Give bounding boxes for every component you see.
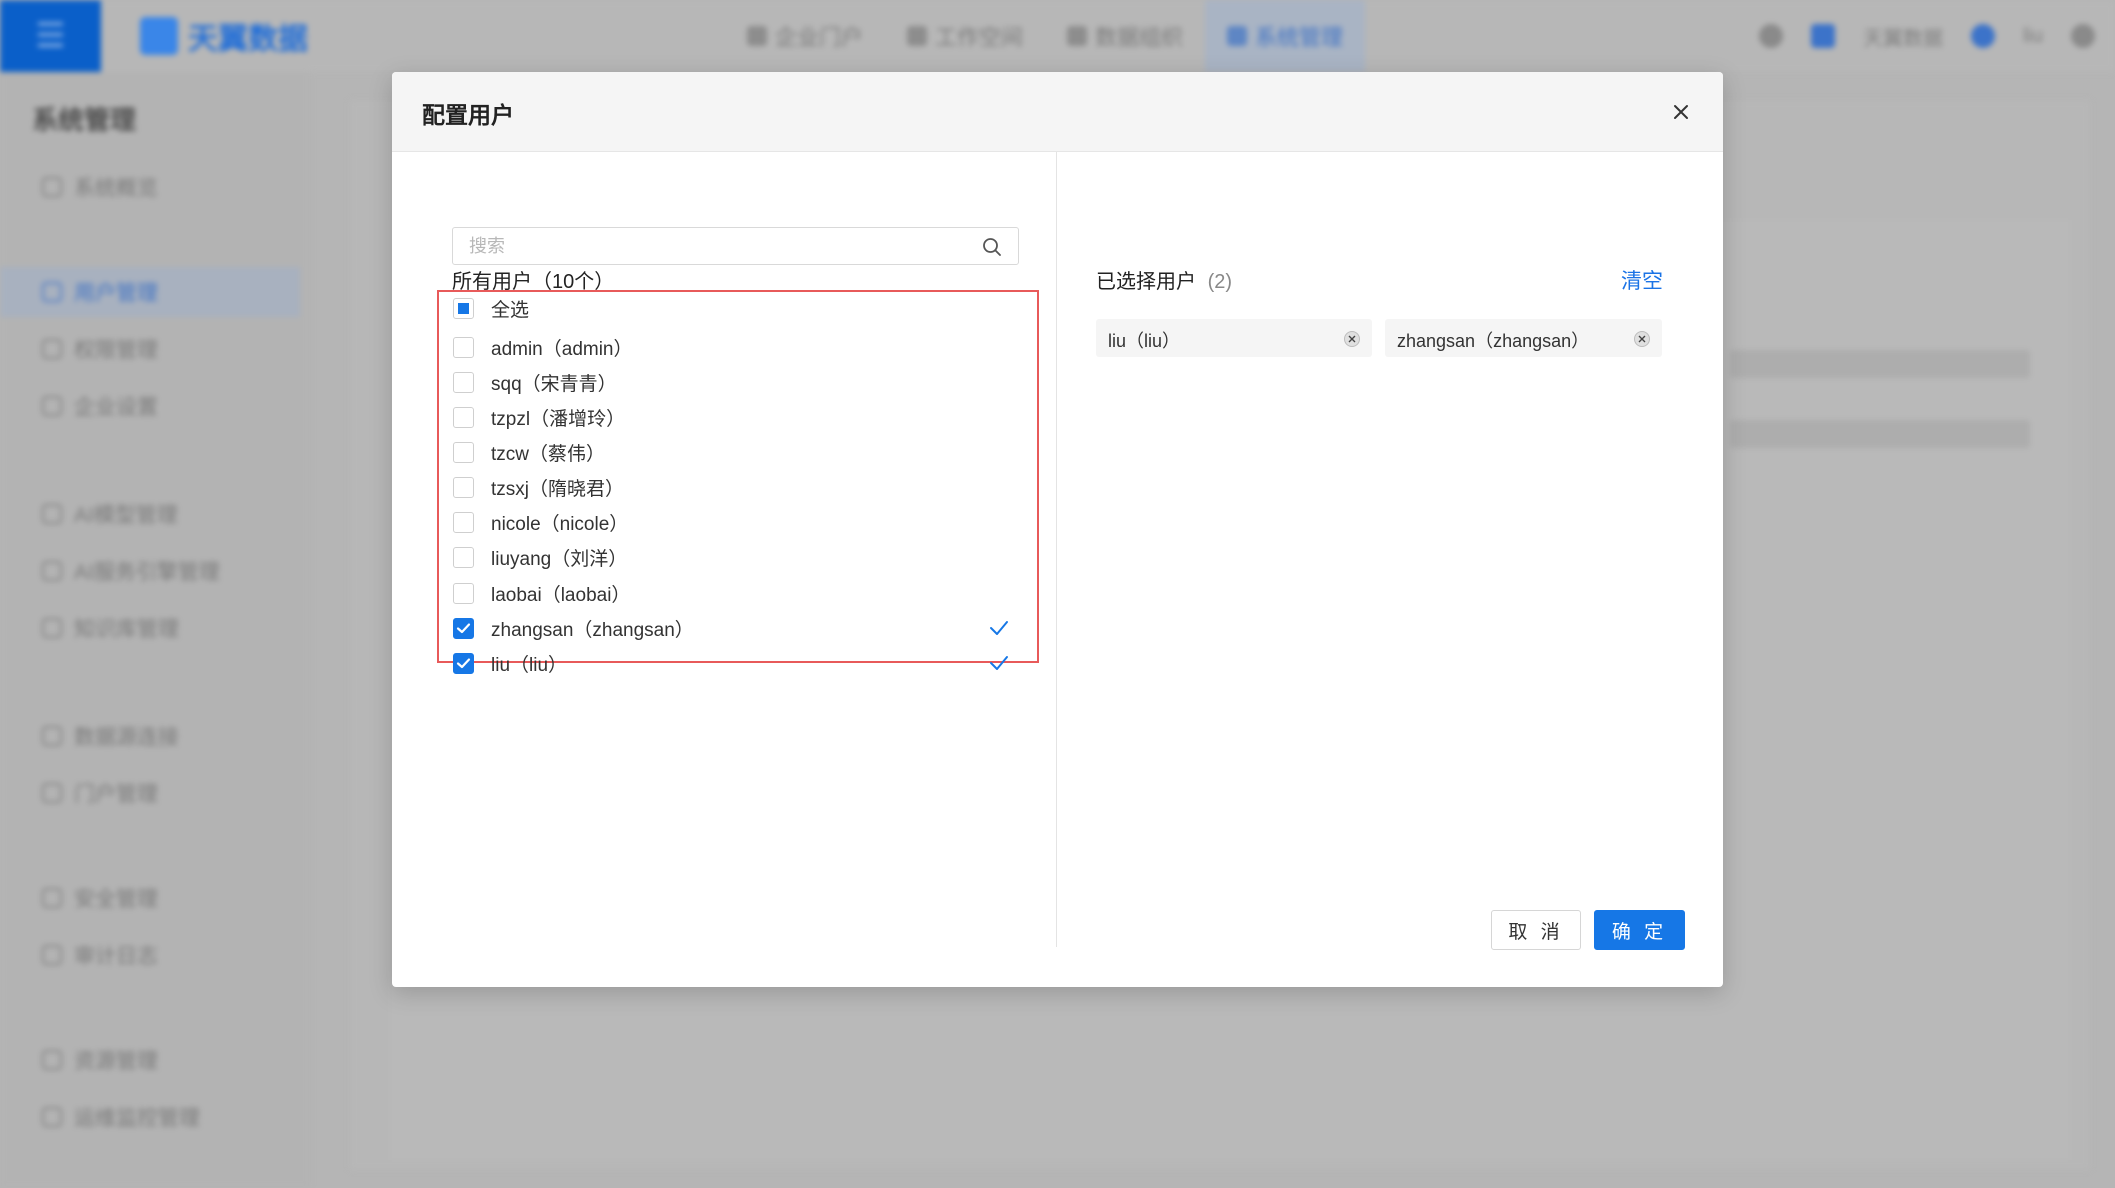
select-all-checkbox[interactable] bbox=[453, 298, 474, 319]
close-button[interactable] bbox=[1667, 98, 1695, 126]
ok-button[interactable]: 确 定 bbox=[1594, 910, 1685, 950]
list-item[interactable]: admin（admin） bbox=[439, 329, 1037, 364]
search-input[interactable] bbox=[453, 228, 973, 264]
selected-count: (2) bbox=[1207, 271, 1233, 293]
user-checkbox[interactable] bbox=[453, 583, 474, 604]
user-checkbox[interactable] bbox=[453, 512, 474, 533]
user-label: tzpzl（潘增玲） bbox=[491, 409, 626, 430]
list-item[interactable]: tzpzl（潘增玲） bbox=[439, 399, 1037, 434]
user-label: tzcw（蔡伟） bbox=[491, 444, 606, 465]
user-checkbox[interactable] bbox=[453, 547, 474, 568]
close-icon bbox=[1674, 105, 1688, 119]
checkmark-icon bbox=[456, 623, 471, 634]
user-list: 全选 admin（admin） sqq（宋青青） tzpzl（潘增玲） tzcw… bbox=[437, 290, 1039, 676]
user-label: zhangsan（zhangsan） bbox=[491, 620, 694, 641]
list-item[interactable]: liu（liu） bbox=[439, 645, 1037, 680]
user-checkbox[interactable] bbox=[453, 372, 474, 393]
user-label: tzsxj（隋晓君） bbox=[491, 479, 625, 500]
user-checkbox[interactable] bbox=[453, 407, 474, 428]
user-label: liuyang（刘洋） bbox=[491, 549, 628, 570]
dialog-header: 配置用户 bbox=[392, 72, 1723, 152]
clear-button[interactable]: 清空 bbox=[1621, 265, 1663, 295]
user-checkbox[interactable] bbox=[453, 442, 474, 463]
selected-users-title-text: 已选择用户 bbox=[1096, 271, 1196, 293]
selected-user-tag: zhangsan（zhangsan） bbox=[1385, 319, 1662, 357]
list-item[interactable]: tzsxj（隋晓君） bbox=[439, 469, 1037, 504]
selected-check-icon bbox=[990, 621, 1008, 635]
close-icon bbox=[1638, 335, 1646, 343]
dialog-title: 配置用户 bbox=[422, 102, 514, 128]
list-item[interactable]: sqq（宋青青） bbox=[439, 364, 1037, 399]
user-label: nicole（nicole） bbox=[491, 514, 629, 535]
selected-check-icon bbox=[990, 656, 1008, 670]
list-item[interactable]: laobai（laobai） bbox=[439, 575, 1037, 610]
tag-label: liu（liu） bbox=[1108, 331, 1181, 351]
user-label: liu（liu） bbox=[491, 655, 568, 676]
list-item[interactable]: zhangsan（zhangsan） bbox=[439, 610, 1037, 645]
configure-users-dialog: 配置用户 所有用户（10个） 全选 admin（admin） sqq（宋青青） bbox=[392, 72, 1723, 987]
list-item[interactable]: nicole（nicole） bbox=[439, 504, 1037, 539]
tag-label: zhangsan（zhangsan） bbox=[1397, 331, 1590, 351]
search-icon[interactable] bbox=[982, 237, 1002, 257]
list-item[interactable]: tzcw（蔡伟） bbox=[439, 434, 1037, 469]
search-box bbox=[452, 227, 1019, 265]
cancel-button[interactable]: 取 消 bbox=[1491, 910, 1581, 950]
select-all-row[interactable]: 全选 bbox=[439, 290, 1037, 325]
remove-tag-button[interactable] bbox=[1634, 331, 1650, 347]
user-checkbox[interactable] bbox=[453, 477, 474, 498]
checkmark-icon bbox=[456, 658, 471, 669]
user-label: sqq（宋青青） bbox=[491, 374, 617, 395]
user-label: laobai（laobai） bbox=[491, 585, 631, 606]
user-checkbox[interactable] bbox=[453, 618, 474, 639]
user-checkbox[interactable] bbox=[453, 337, 474, 358]
list-item[interactable]: liuyang（刘洋） bbox=[439, 539, 1037, 574]
select-all-label: 全选 bbox=[491, 300, 530, 321]
selected-users-title: 已选择用户 (2) bbox=[1096, 265, 1232, 294]
selected-user-tag: liu（liu） bbox=[1096, 319, 1372, 357]
user-label: admin（admin） bbox=[491, 339, 633, 360]
remove-tag-button[interactable] bbox=[1344, 331, 1360, 347]
user-checkbox[interactable] bbox=[453, 653, 474, 674]
close-icon bbox=[1348, 335, 1356, 343]
